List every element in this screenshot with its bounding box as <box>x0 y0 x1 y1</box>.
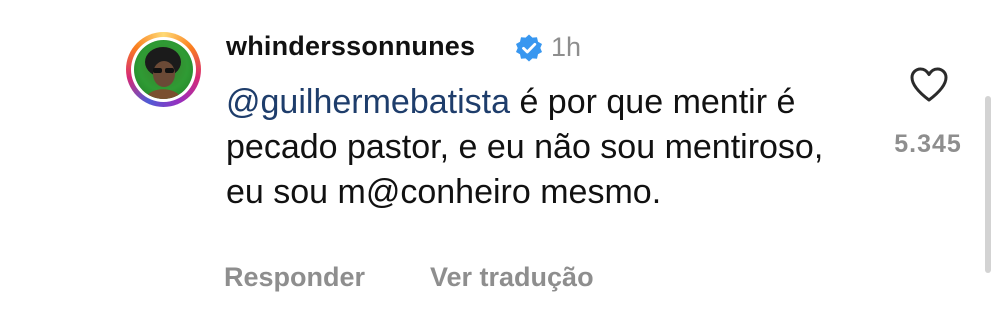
avatar-story-ring[interactable] <box>126 32 201 107</box>
avatar-frame <box>131 37 196 102</box>
comment-username[interactable]: whinderssonnunes <box>226 31 475 62</box>
reply-button[interactable]: Responder <box>224 262 365 293</box>
heart-outline-icon[interactable] <box>908 64 950 106</box>
comment-timestamp: 1h <box>551 32 582 62</box>
comment-mention-link[interactable]: @guilhermebatista <box>226 83 510 121</box>
avatar-image <box>145 47 181 99</box>
verified-badge-icon <box>516 34 542 62</box>
avatar <box>134 40 193 99</box>
comment-body: @guilhermebatista é por que mentir é pec… <box>226 80 866 215</box>
scrollbar[interactable] <box>985 96 991 273</box>
see-translation-button[interactable]: Ver tradução <box>430 262 594 293</box>
like-count: 5.345 <box>894 130 962 158</box>
